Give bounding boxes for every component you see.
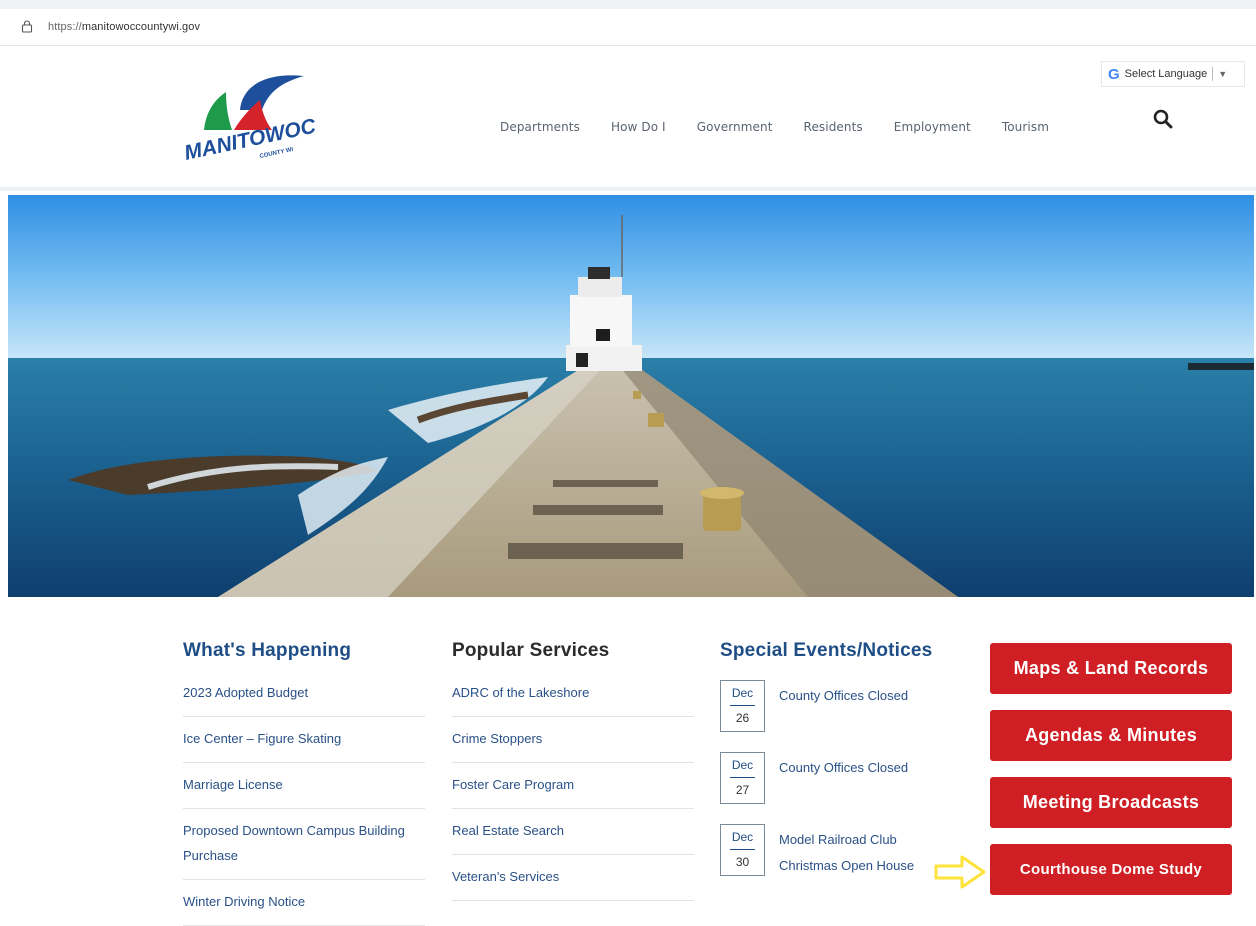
url-text[interactable]: https://manitowoccountywi.gov <box>48 21 200 33</box>
whats-happening-section: What's Happening 2023 Adopted Budget Ice… <box>183 640 425 926</box>
url-scheme: https:// <box>48 21 82 33</box>
event-title[interactable]: Model Railroad Club Christmas Open House <box>779 827 939 879</box>
list-item[interactable]: ADRC of the Lakeshore <box>452 680 694 717</box>
event-month: Dec <box>730 825 755 850</box>
nav-tourism[interactable]: Tourism <box>1002 120 1049 134</box>
list-item[interactable]: Real Estate Search <box>452 809 694 855</box>
browser-url-bar[interactable]: https://manitowoccountywi.gov <box>0 0 1256 46</box>
manitowoc-county-logo[interactable]: MANITOWOC COUNTY WI <box>182 58 322 178</box>
event-item[interactable]: Dec 30 Model Railroad Club Christmas Ope… <box>720 824 960 896</box>
url-host: manitowoccountywi.gov <box>81 21 201 33</box>
popular-services-list: ADRC of the Lakeshore Crime Stoppers Fos… <box>452 680 694 901</box>
google-icon: G <box>1108 65 1120 83</box>
event-day: 27 <box>735 783 750 797</box>
popular-services-section: Popular Services ADRC of the Lakeshore C… <box>452 640 694 901</box>
language-divider <box>1212 67 1214 81</box>
special-events-section: Special Events/Notices Dec 26 County Off… <box>720 640 960 896</box>
whats-happening-list: 2023 Adopted Budget Ice Center – Figure … <box>183 680 425 926</box>
event-item[interactable]: Dec 26 County Offices Closed <box>720 680 960 752</box>
quick-links: Maps & Land Records Agendas & Minutes Me… <box>990 643 1232 911</box>
search-icon[interactable] <box>1153 109 1173 129</box>
language-label: Select Language <box>1124 68 1208 80</box>
whats-happening-title: What's Happening <box>183 640 352 661</box>
nav-government[interactable]: Government <box>697 120 773 134</box>
list-item[interactable]: Crime Stoppers <box>452 717 694 763</box>
list-item[interactable]: Ice Center – Figure Skating <box>183 717 425 763</box>
event-day: 30 <box>735 855 750 869</box>
event-month: Dec <box>730 681 755 706</box>
nav-departments[interactable]: Departments <box>500 120 580 134</box>
main-navigation: Departments How Do I Government Resident… <box>500 120 1080 134</box>
meeting-broadcasts-button[interactable]: Meeting Broadcasts <box>990 777 1232 828</box>
arrow-right-icon <box>934 855 986 889</box>
lock-icon <box>21 20 33 33</box>
event-title[interactable]: County Offices Closed <box>779 683 939 709</box>
hero-image-lighthouse-pier <box>8 195 1254 597</box>
event-month: Dec <box>730 753 755 778</box>
event-item[interactable]: Dec 27 County Offices Closed <box>720 752 960 824</box>
list-item[interactable]: Foster Care Program <box>452 763 694 809</box>
list-item[interactable]: 2023 Adopted Budget <box>183 680 425 717</box>
agendas-minutes-button[interactable]: Agendas & Minutes <box>990 710 1232 761</box>
list-item[interactable]: Veteran's Services <box>452 855 694 901</box>
event-date-badge: Dec 30 <box>720 824 765 876</box>
courthouse-dome-study-button[interactable]: Courthouse Dome Study <box>990 844 1232 895</box>
popular-services-title: Popular Services <box>452 640 610 661</box>
list-item[interactable]: Winter Driving Notice <box>183 880 425 926</box>
nav-employment[interactable]: Employment <box>894 120 971 134</box>
list-item[interactable]: Proposed Downtown Campus Building Purcha… <box>183 809 425 880</box>
chevron-down-icon: ▼ <box>1218 69 1228 79</box>
event-date-badge: Dec 27 <box>720 752 765 804</box>
event-title[interactable]: County Offices Closed <box>779 755 939 781</box>
maps-land-records-button[interactable]: Maps & Land Records <box>990 643 1232 694</box>
special-events-title: Special Events/Notices <box>720 640 933 661</box>
list-item[interactable]: Marriage License <box>183 763 425 809</box>
nav-residents[interactable]: Residents <box>804 120 863 134</box>
event-date-badge: Dec 26 <box>720 680 765 732</box>
site-header: MANITOWOC COUNTY WI Departments How Do I… <box>0 46 1256 191</box>
event-day: 26 <box>735 711 750 725</box>
logo-subtext: COUNTY WI <box>259 147 294 160</box>
language-selector[interactable]: G Select Language ▼ <box>1101 61 1245 87</box>
nav-how-do-i[interactable]: How Do I <box>611 120 666 134</box>
